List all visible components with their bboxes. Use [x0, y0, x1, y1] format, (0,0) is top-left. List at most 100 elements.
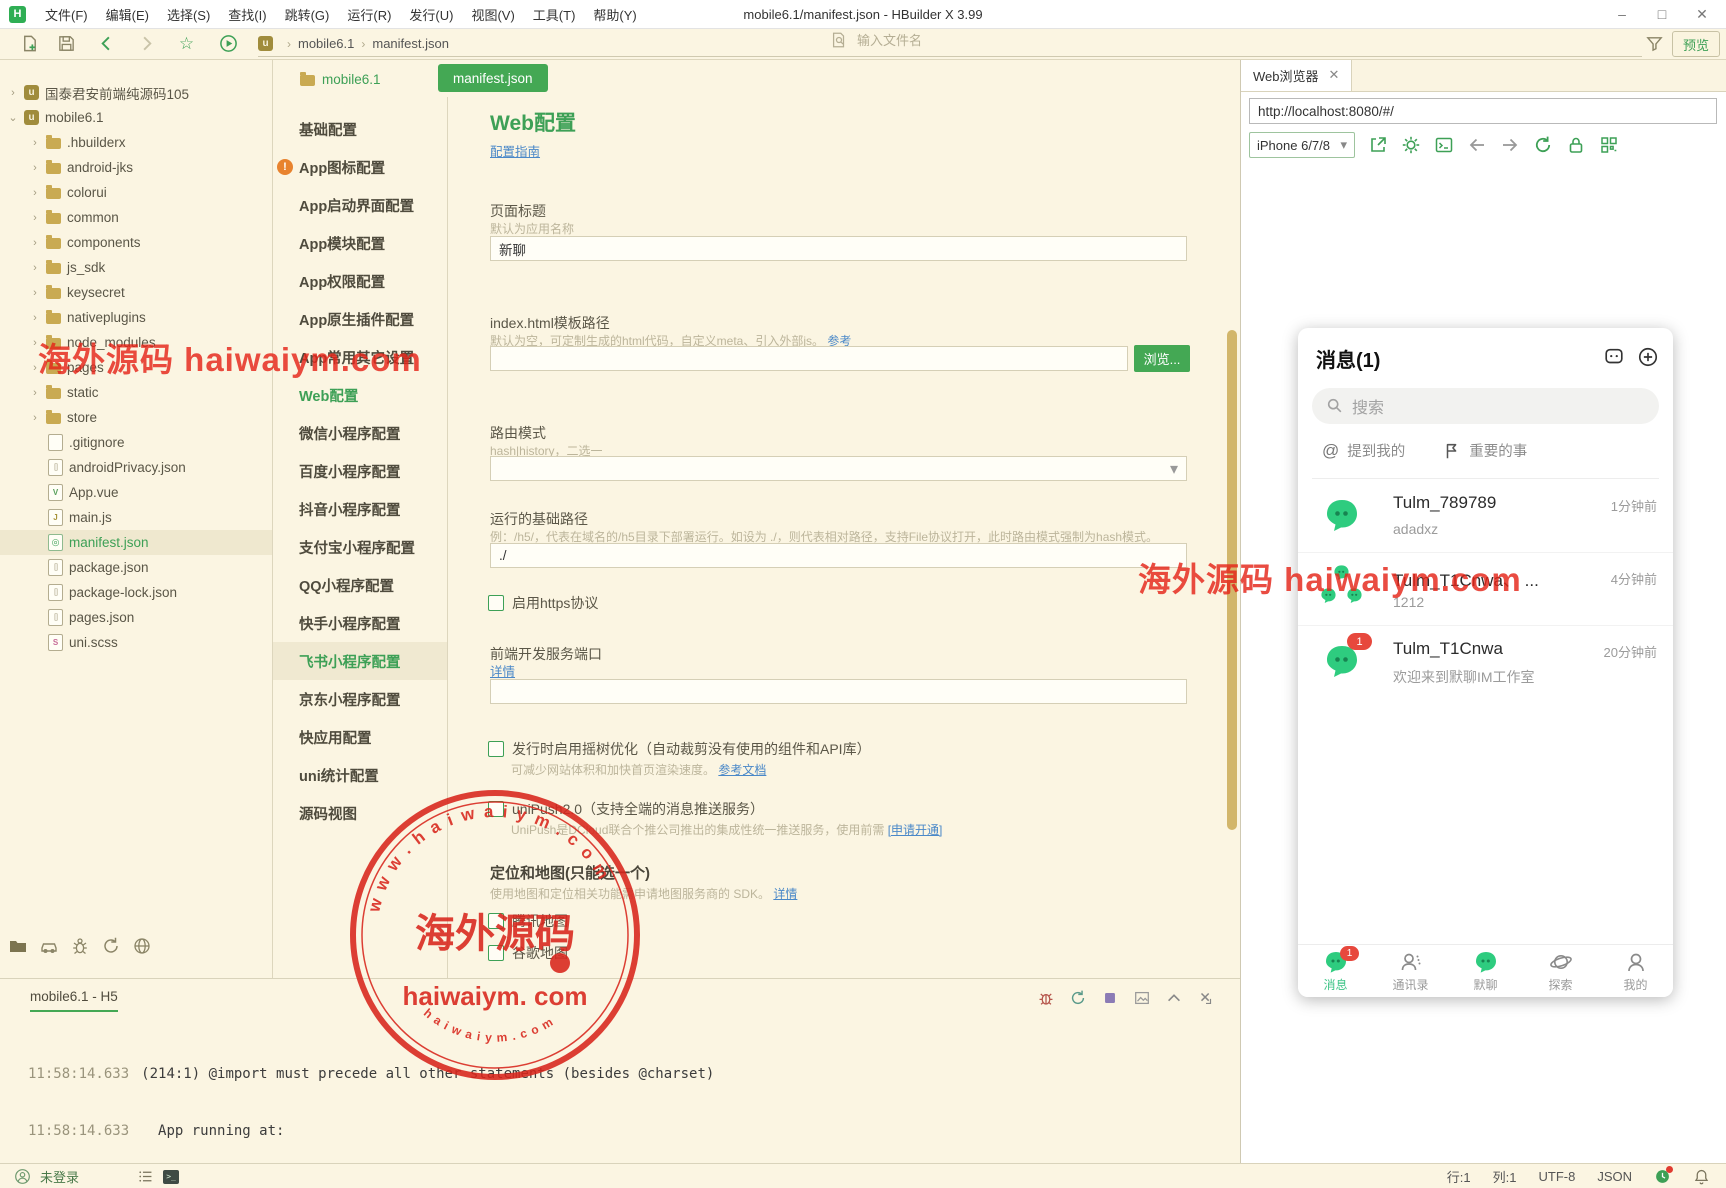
- map-detail-link[interactable]: 详情: [773, 887, 797, 901]
- menu-find[interactable]: 查找(I): [219, 5, 275, 24]
- dev-port-input[interactable]: [490, 679, 1187, 704]
- menu-help[interactable]: 帮助(Y): [584, 5, 645, 24]
- minimize-button[interactable]: –: [1602, 0, 1642, 28]
- vehicle-icon[interactable]: [39, 936, 59, 956]
- form-scrollbar[interactable]: [1227, 330, 1237, 830]
- tree-item-folder[interactable]: ›node_modules: [0, 330, 272, 355]
- collapse-icon[interactable]: [1165, 989, 1183, 1007]
- section-alipay-mp[interactable]: 支付宝小程序配置: [273, 528, 447, 566]
- filter-mentions[interactable]: @提到我的: [1322, 440, 1405, 461]
- config-guide-link[interactable]: 配置指南: [490, 141, 540, 160]
- chat-list-item[interactable]: Tulm_789789 1分钟前 adadxz: [1298, 480, 1673, 553]
- reference-doc-link[interactable]: 参考文档: [718, 763, 766, 777]
- tree-item-file[interactable]: package.json: [0, 555, 272, 580]
- qr-code-icon[interactable]: [1599, 135, 1619, 155]
- menu-tools[interactable]: 工具(T): [524, 5, 585, 24]
- tree-item-file-selected[interactable]: manifest.json: [0, 530, 272, 555]
- syntax-indicator[interactable]: JSON: [1597, 1169, 1632, 1184]
- tree-item-folder[interactable]: ›android-jks: [0, 155, 272, 180]
- tree-item-folder[interactable]: ›pages: [0, 355, 272, 380]
- section-weixin-mp[interactable]: 微信小程序配置: [273, 414, 447, 452]
- folder-tab-icon[interactable]: [8, 936, 28, 956]
- checkbox-icon[interactable]: [488, 741, 504, 757]
- tree-item-file[interactable]: uni.scss: [0, 630, 272, 655]
- tab-messages[interactable]: 1 消息: [1298, 945, 1373, 997]
- tree-item-folder[interactable]: ›common: [0, 205, 272, 230]
- tree-item-project[interactable]: ⌄mobile6.1: [0, 105, 272, 130]
- globe-icon[interactable]: [132, 936, 152, 956]
- terminal-icon[interactable]: [1434, 135, 1454, 155]
- terminal-toggle-icon[interactable]: >_: [163, 1170, 179, 1184]
- ant-icon[interactable]: [70, 936, 90, 956]
- maximize-button[interactable]: □: [1642, 0, 1682, 28]
- tab-me[interactable]: 我的: [1598, 945, 1673, 997]
- open-external-icon[interactable]: [1368, 135, 1388, 155]
- forward-icon[interactable]: [137, 34, 156, 53]
- stop-icon[interactable]: [1101, 989, 1119, 1007]
- section-app-modules[interactable]: App模块配置: [273, 224, 447, 262]
- chat-list-item[interactable]: 1 Tulm_T1Cnwa 20分钟前 欢迎来到默聊IM工作室: [1298, 626, 1673, 698]
- menu-edit[interactable]: 编辑(E): [97, 5, 158, 24]
- section-baidu-mp[interactable]: 百度小程序配置: [273, 452, 447, 490]
- tree-item-file[interactable]: androidPrivacy.json: [0, 455, 272, 480]
- section-source-view[interactable]: 源码视图: [273, 794, 447, 832]
- tree-item-file[interactable]: .gitignore: [0, 430, 272, 455]
- tree-item-file[interactable]: package-lock.json: [0, 580, 272, 605]
- filter-funnel-icon[interactable]: [1645, 34, 1664, 53]
- tab-manifest-json[interactable]: manifest.json: [438, 64, 548, 92]
- menu-select[interactable]: 选择(S): [158, 5, 219, 24]
- outline-list-icon[interactable]: [137, 1168, 154, 1185]
- section-basic[interactable]: 基础配置: [273, 110, 447, 148]
- tree-item-folder[interactable]: ›colorui: [0, 180, 272, 205]
- unipush-checkbox-row[interactable]: uniPush2.0（支持全端的消息推送服务）: [488, 799, 764, 819]
- menu-run[interactable]: 运行(R): [338, 5, 400, 24]
- page-title-input[interactable]: [490, 236, 1187, 261]
- sync-icon[interactable]: [101, 936, 121, 956]
- screenshot-icon[interactable]: [1133, 989, 1151, 1007]
- tree-item-folder[interactable]: ›static: [0, 380, 272, 405]
- refresh-icon[interactable]: [1533, 135, 1553, 155]
- section-uni-stat[interactable]: uni统计配置: [273, 756, 447, 794]
- search-input[interactable]: 搜索: [1312, 388, 1659, 424]
- breadcrumb-file[interactable]: manifest.json: [372, 36, 449, 51]
- tree-item-folder[interactable]: ›store: [0, 405, 272, 430]
- tree-item-file[interactable]: App.vue: [0, 480, 272, 505]
- tab-contacts[interactable]: 通讯录: [1373, 945, 1448, 997]
- tab-web-browser[interactable]: Web浏览器 ✕: [1241, 59, 1352, 91]
- checkbox-icon[interactable]: [488, 595, 504, 611]
- lock-icon[interactable]: [1566, 135, 1586, 155]
- menu-view[interactable]: 视图(V): [462, 5, 523, 24]
- tree-item-folder[interactable]: ›js_sdk: [0, 255, 272, 280]
- console-tab[interactable]: mobile6.1 - H5: [30, 989, 118, 1012]
- tree-item-file[interactable]: main.js: [0, 505, 272, 530]
- bookmark-star-icon[interactable]: ☆: [177, 34, 196, 53]
- treeshake-checkbox-row[interactable]: 发行时启用摇树优化（自动裁剪没有使用的组件和API库）: [488, 739, 871, 759]
- checkbox-icon[interactable]: [488, 801, 504, 817]
- account-icon[interactable]: [14, 1168, 31, 1185]
- save-icon[interactable]: [57, 34, 76, 53]
- section-quickapp[interactable]: 快应用配置: [273, 718, 447, 756]
- apply-open-link[interactable]: [申请开通]: [888, 823, 943, 837]
- section-kuaishou-mp[interactable]: 快手小程序配置: [273, 604, 447, 642]
- base-path-input[interactable]: [490, 543, 1187, 568]
- encoding-indicator[interactable]: UTF-8: [1538, 1169, 1575, 1184]
- history-clock-icon[interactable]: [1654, 1168, 1671, 1185]
- template-path-input[interactable]: [490, 346, 1128, 371]
- settings-gear-icon[interactable]: [1401, 135, 1421, 155]
- section-qq-mp[interactable]: QQ小程序配置: [273, 566, 447, 604]
- tab-explore[interactable]: 探索: [1523, 945, 1598, 997]
- section-app-other[interactable]: App常用其它设置: [273, 338, 447, 376]
- login-status[interactable]: 未登录: [40, 1167, 79, 1186]
- checkbox-icon[interactable]: [488, 913, 504, 929]
- forward-arrow-icon[interactable]: [1500, 135, 1520, 155]
- section-jd-mp[interactable]: 京东小程序配置: [273, 680, 447, 718]
- clear-icon[interactable]: [1197, 989, 1215, 1007]
- back-icon[interactable]: [97, 34, 116, 53]
- section-app-icon[interactable]: !App图标配置: [273, 148, 447, 186]
- url-input[interactable]: [1249, 98, 1717, 124]
- breadcrumb-project[interactable]: mobile6.1: [298, 36, 354, 51]
- section-app-permissions[interactable]: App权限配置: [273, 262, 447, 300]
- new-file-icon[interactable]: [20, 34, 39, 53]
- tencent-map-checkbox-row[interactable]: 腾讯地图: [488, 911, 568, 931]
- tree-item-folder[interactable]: ›.hbuilderx: [0, 130, 272, 155]
